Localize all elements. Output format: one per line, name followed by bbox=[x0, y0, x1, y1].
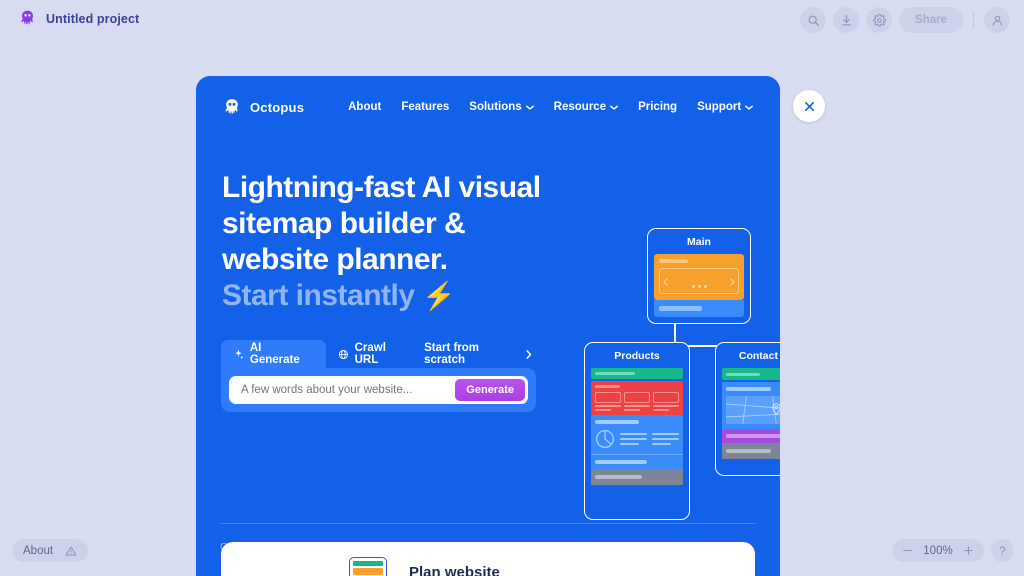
chevron-down-icon bbox=[525, 105, 534, 110]
map-pin-icon bbox=[772, 403, 780, 415]
top-bar-actions: Share bbox=[800, 7, 1010, 33]
nav-item-resource[interactable]: Resource bbox=[553, 101, 619, 113]
user-avatar-icon-button[interactable] bbox=[984, 7, 1010, 33]
pie-chart-icon bbox=[596, 430, 614, 448]
nav-item-features[interactable]: Features bbox=[401, 101, 449, 113]
nav-label: Features bbox=[401, 101, 450, 113]
nav-label: Pricing bbox=[638, 101, 678, 113]
node-title: Contact us bbox=[738, 350, 780, 362]
website-card-icon bbox=[349, 557, 387, 576]
headline-line-2: sitemap builder & bbox=[222, 207, 466, 240]
sparkle-icon bbox=[235, 349, 244, 359]
chevron-right-icon bbox=[526, 349, 532, 359]
site-brand[interactable]: Octopus bbox=[222, 97, 304, 118]
plan-website-title: Plan website bbox=[409, 563, 500, 576]
toolbar-divider bbox=[973, 11, 974, 29]
nav-item-solutions[interactable]: Solutions bbox=[469, 101, 534, 113]
generator-widget: AI Generate Crawl URL Start from scratch… bbox=[221, 340, 536, 412]
site-nav-links: About Features Solutions Resource Pricin… bbox=[348, 101, 754, 113]
sitemap-node-main[interactable]: Main bbox=[647, 228, 751, 324]
nav-label: Support bbox=[697, 101, 742, 113]
close-button[interactable] bbox=[793, 90, 825, 122]
node-body bbox=[648, 254, 750, 323]
map-thumbnail bbox=[726, 396, 780, 424]
headline-line-3: website planner. bbox=[222, 243, 448, 276]
octopus-icon bbox=[18, 9, 37, 28]
tab-label: AI Generate bbox=[249, 342, 300, 366]
hero-headline: Lightning-fast AI visual sitemap builder… bbox=[222, 170, 592, 314]
help-button[interactable]: ? bbox=[991, 539, 1014, 562]
node-body bbox=[716, 368, 780, 465]
project-title: Untitled project bbox=[46, 11, 140, 26]
zoom-level-value: 100% bbox=[923, 544, 953, 557]
settings-gear-icon-button[interactable] bbox=[866, 7, 893, 33]
nav-label: Resource bbox=[553, 101, 607, 113]
lightning-bolt-icon: ⚡ bbox=[422, 281, 456, 311]
search-icon-button[interactable] bbox=[800, 7, 827, 33]
project-identity[interactable]: Untitled project bbox=[18, 9, 139, 28]
generator-panel: Generate bbox=[221, 368, 536, 412]
headline-subline: Start instantly bbox=[222, 279, 415, 312]
start-from-scratch-link[interactable]: Start from scratch bbox=[424, 342, 536, 366]
minus-icon bbox=[903, 549, 912, 552]
nav-item-support[interactable]: Support bbox=[697, 101, 754, 113]
tab-label: Crawl URL bbox=[354, 342, 386, 366]
octopus-icon bbox=[222, 97, 242, 118]
share-button[interactable]: Share bbox=[899, 7, 963, 33]
website-description-input[interactable] bbox=[241, 384, 456, 396]
close-x-icon bbox=[804, 101, 814, 111]
landing-page-preview: Octopus About Features Solutions Resourc… bbox=[196, 76, 780, 576]
globe-icon bbox=[338, 349, 348, 359]
sitemap-node-products[interactable]: Products bbox=[584, 342, 690, 520]
plan-website-card-inner: Plan website bbox=[221, 542, 755, 576]
top-bar: Untitled project Share bbox=[0, 0, 1024, 40]
generator-field: Generate bbox=[229, 376, 528, 404]
zoom-in-button[interactable] bbox=[963, 545, 974, 556]
scratch-label: Start from scratch bbox=[424, 342, 480, 366]
sitemap-node-contact-us[interactable]: Contact us bbox=[715, 342, 780, 476]
about-button[interactable]: About bbox=[12, 539, 89, 562]
site-navbar: Octopus About Features Solutions Resourc… bbox=[196, 76, 780, 138]
tab-ai-generate[interactable]: AI Generate bbox=[221, 340, 326, 368]
plan-website-card[interactable]: Plan website bbox=[221, 542, 755, 576]
node-title: Main bbox=[687, 236, 711, 248]
nav-item-pricing[interactable]: Pricing bbox=[638, 101, 677, 113]
chevron-down-icon bbox=[745, 105, 754, 110]
headline-line-1: Lightning-fast AI visual bbox=[222, 171, 541, 204]
zoom-controls: 100% bbox=[892, 539, 984, 562]
sitemap-preview-graphic: Main Products Contact bbox=[584, 148, 780, 528]
zoom-out-button[interactable] bbox=[902, 545, 913, 556]
nav-item-about[interactable]: About bbox=[348, 101, 381, 113]
node-body bbox=[585, 368, 689, 491]
plus-icon bbox=[964, 546, 973, 555]
about-label: About bbox=[23, 544, 54, 557]
brand-name: Octopus bbox=[250, 99, 305, 115]
generator-tabs: AI Generate Crawl URL Start from scratch bbox=[221, 340, 536, 368]
tab-crawl-url[interactable]: Crawl URL bbox=[326, 340, 424, 368]
node-title: Products bbox=[614, 350, 660, 362]
chevron-down-icon bbox=[610, 105, 619, 110]
nav-label: Solutions bbox=[469, 101, 522, 113]
nav-label: About bbox=[348, 101, 382, 113]
alert-triangle-icon bbox=[65, 546, 77, 555]
generate-button[interactable]: Generate bbox=[455, 379, 525, 401]
download-icon-button[interactable] bbox=[833, 7, 860, 33]
app-root: Untitled project Share Octopus About Fea… bbox=[0, 0, 1024, 576]
